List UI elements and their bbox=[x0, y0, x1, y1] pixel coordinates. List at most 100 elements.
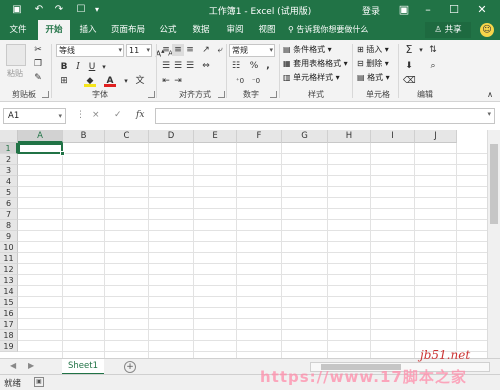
wrap-text-icon[interactable]: ⤶ bbox=[214, 44, 226, 56]
column-header[interactable]: H bbox=[328, 130, 371, 143]
row-header[interactable]: 12 bbox=[0, 264, 18, 275]
collapse-ribbon-icon[interactable]: ∧ bbox=[484, 89, 496, 101]
insert-cells-button[interactable]: ⊞ 插入 ▾ bbox=[357, 44, 389, 56]
top-align-icon[interactable]: ≡ bbox=[160, 44, 172, 56]
chevron-down-icon[interactable]: ▾ bbox=[415, 44, 427, 56]
scroll-left-icon[interactable]: ◀ bbox=[10, 361, 16, 370]
decrease-indent-icon[interactable]: ⇤ bbox=[160, 75, 172, 87]
paste-icon[interactable] bbox=[6, 44, 26, 66]
orientation-icon[interactable]: ↗ bbox=[200, 44, 212, 56]
worksheet-grid[interactable]: ABCDEFGHIJ 1 2 3 4 5 6 7 8 9 10 11 12 13 14 15 16 17 18 19 bbox=[0, 130, 500, 358]
row-header[interactable]: 6 bbox=[0, 198, 18, 209]
sheet-tab[interactable]: Sheet1 bbox=[62, 359, 104, 375]
copy-icon[interactable]: ❐ bbox=[32, 58, 44, 70]
row-header[interactable]: 15 bbox=[0, 297, 18, 308]
name-box[interactable]: A1 ▾ bbox=[3, 108, 66, 124]
insert-function-icon[interactable]: fx bbox=[136, 110, 144, 120]
close-icon[interactable]: ✕ bbox=[474, 2, 490, 18]
bottom-align-icon[interactable]: ≡ bbox=[184, 44, 196, 56]
active-cell[interactable] bbox=[18, 143, 63, 154]
align-center-icon[interactable]: ☰ bbox=[172, 60, 184, 72]
chevron-down-icon[interactable]: ▾ bbox=[98, 61, 110, 73]
row-header[interactable]: 4 bbox=[0, 176, 18, 187]
merge-center-icon[interactable]: ⇔ bbox=[200, 60, 212, 72]
alignment-launcher-icon[interactable] bbox=[218, 91, 225, 98]
align-right-icon[interactable]: ☰ bbox=[184, 60, 196, 72]
middle-align-icon[interactable]: ≡ bbox=[172, 44, 184, 56]
row-header[interactable]: 11 bbox=[0, 253, 18, 264]
fill-icon[interactable]: ⬇ bbox=[403, 60, 415, 72]
column-header[interactable]: I bbox=[371, 130, 415, 143]
macro-record-icon[interactable]: ▣ bbox=[34, 377, 44, 387]
font-size-select[interactable]: 11 ▾ bbox=[126, 44, 152, 57]
tab-review[interactable]: 审阅 bbox=[222, 20, 248, 40]
cut-icon[interactable]: ✂ bbox=[32, 44, 44, 56]
select-all-corner[interactable] bbox=[0, 130, 18, 143]
vertical-scrollbar[interactable] bbox=[487, 130, 500, 358]
fill-handle[interactable] bbox=[60, 151, 65, 156]
row-header[interactable]: 1 bbox=[0, 143, 18, 154]
number-format-select[interactable]: 常规 ▾ bbox=[229, 44, 275, 57]
column-header[interactable]: A bbox=[18, 130, 63, 143]
increase-indent-icon[interactable]: ⇥ bbox=[172, 75, 184, 87]
enter-icon[interactable]: ✓ bbox=[114, 110, 122, 120]
tab-data[interactable]: 数据 bbox=[188, 20, 214, 40]
font-launcher-icon[interactable] bbox=[148, 91, 155, 98]
row-header[interactable]: 18 bbox=[0, 330, 18, 341]
increase-decimal-icon[interactable]: ⁺0 bbox=[234, 75, 246, 87]
column-header[interactable]: G bbox=[282, 130, 328, 143]
font-color-icon[interactable]: A bbox=[104, 75, 116, 87]
number-launcher-icon[interactable] bbox=[270, 91, 277, 98]
percent-button[interactable]: % bbox=[248, 60, 260, 72]
comma-style-icon[interactable]: , bbox=[262, 60, 274, 72]
column-header[interactable]: J bbox=[415, 130, 457, 143]
row-header[interactable]: 19 bbox=[0, 341, 18, 352]
clear-icon[interactable]: ⌫ bbox=[403, 75, 416, 87]
cell-styles-button[interactable]: ▥ 单元格样式 ▾ bbox=[283, 72, 340, 84]
tab-formulas[interactable]: 公式 bbox=[156, 20, 180, 40]
paste-label[interactable]: 粘贴 bbox=[7, 68, 23, 80]
column-header[interactable]: B bbox=[63, 130, 105, 143]
row-header[interactable]: 7 bbox=[0, 209, 18, 220]
row-header[interactable]: 8 bbox=[0, 220, 18, 231]
touch-mode-icon[interactable]: ☐ bbox=[74, 3, 88, 17]
undo-icon[interactable]: ↶ bbox=[32, 3, 46, 17]
row-header[interactable]: 9 bbox=[0, 231, 18, 242]
customize-toolbar-icon[interactable]: ▾ bbox=[90, 3, 104, 17]
clipboard-launcher-icon[interactable] bbox=[42, 91, 49, 98]
row-header[interactable]: 17 bbox=[0, 319, 18, 330]
login-link[interactable]: 登录 bbox=[362, 4, 380, 17]
tab-home[interactable]: 开始 bbox=[38, 20, 70, 40]
add-sheet-icon[interactable]: + bbox=[124, 361, 136, 373]
fill-color-icon[interactable]: ◆ bbox=[84, 75, 96, 87]
feedback-smile-icon[interactable]: ☺ bbox=[480, 23, 494, 37]
conditional-format-button[interactable]: ▤ 条件格式 ▾ bbox=[283, 44, 332, 56]
save-icon[interactable]: ▣ bbox=[10, 3, 24, 17]
underline-button[interactable]: U bbox=[86, 61, 98, 73]
column-header[interactable]: F bbox=[237, 130, 282, 143]
sort-filter-icon[interactable]: ⇅ bbox=[427, 44, 439, 56]
ribbon-display-icon[interactable]: ▣ bbox=[396, 2, 412, 18]
row-header[interactable]: 10 bbox=[0, 242, 18, 253]
row-header[interactable]: 3 bbox=[0, 165, 18, 176]
share-button[interactable]: ♙ 共享 bbox=[425, 22, 471, 38]
tab-file[interactable]: 文件 bbox=[6, 20, 30, 40]
column-header[interactable]: C bbox=[105, 130, 149, 143]
formula-input[interactable]: ▾ bbox=[155, 108, 495, 124]
phonetic-icon[interactable]: 文 bbox=[134, 75, 146, 87]
format-as-table-button[interactable]: ▦ 套用表格格式 ▾ bbox=[283, 58, 348, 70]
row-header[interactable]: 2 bbox=[0, 154, 18, 165]
chevron-down-icon[interactable]: ▾ bbox=[120, 75, 132, 87]
scroll-right-icon[interactable]: ▶ bbox=[28, 361, 34, 370]
decrease-decimal-icon[interactable]: ⁻0 bbox=[250, 75, 262, 87]
redo-icon[interactable]: ↷ bbox=[52, 3, 66, 17]
row-header[interactable]: 13 bbox=[0, 275, 18, 286]
tab-insert[interactable]: 插入 bbox=[74, 20, 102, 40]
minimize-icon[interactable]: – bbox=[420, 2, 436, 18]
find-select-icon[interactable]: ⌕ bbox=[427, 60, 439, 72]
format-painter-icon[interactable]: ✎ bbox=[32, 72, 44, 84]
align-left-icon[interactable]: ☰ bbox=[160, 60, 172, 72]
borders-icon[interactable]: ⊞ bbox=[58, 75, 70, 87]
autosum-icon[interactable]: Σ bbox=[403, 44, 415, 56]
format-cells-button[interactable]: ▤ 格式 ▾ bbox=[357, 72, 390, 84]
